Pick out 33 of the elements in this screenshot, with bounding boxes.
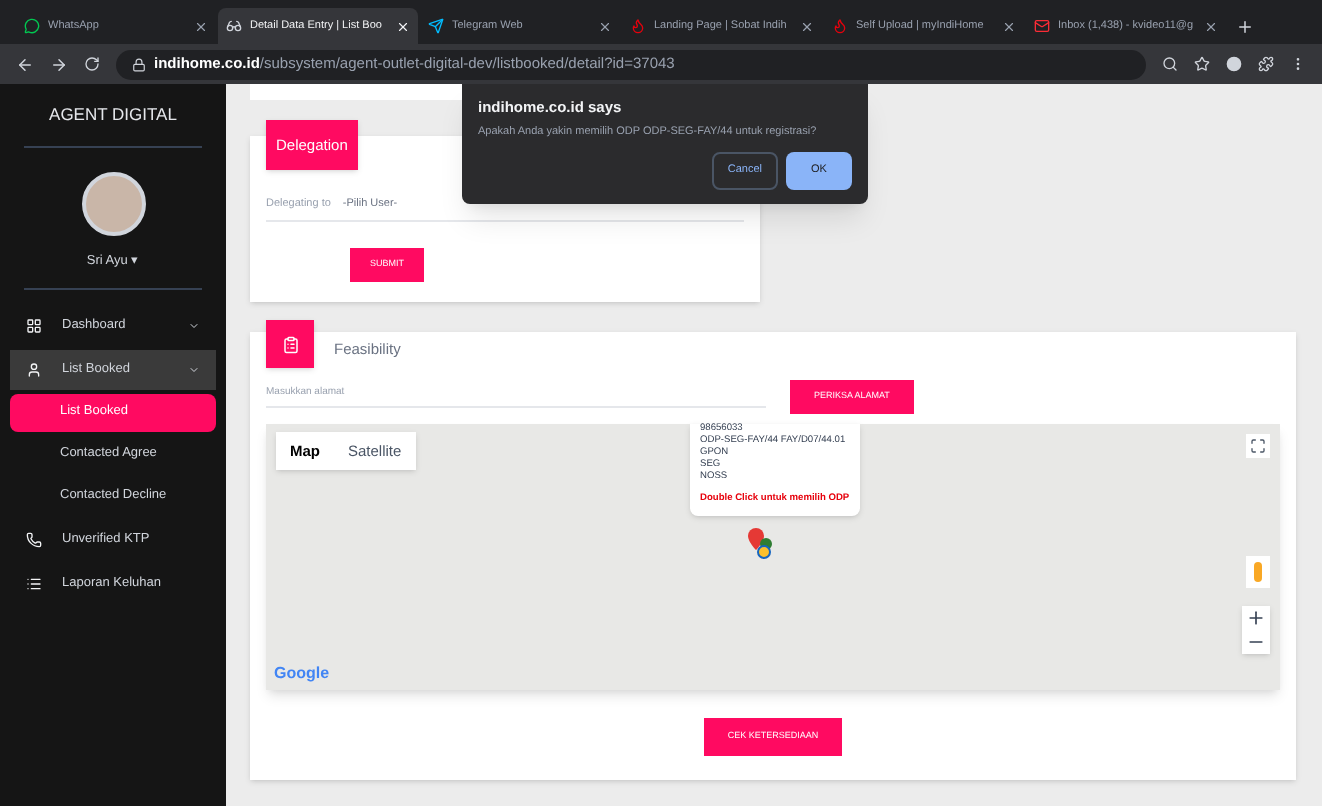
fullscreen-icon[interactable]: [1246, 434, 1270, 458]
close-icon[interactable]: [598, 19, 612, 33]
caret-icon: [188, 363, 200, 375]
close-icon[interactable]: [194, 19, 208, 33]
sidebar-title: AGENT DIGITAL: [24, 84, 202, 148]
zoom-in-icon[interactable]: [1246, 606, 1266, 630]
paper-plane-icon: [428, 18, 444, 34]
glasses-icon: [226, 18, 242, 34]
close-icon[interactable]: [1002, 19, 1016, 33]
close-icon[interactable]: [1204, 19, 1218, 33]
reload-icon[interactable]: [84, 56, 100, 72]
clipboard-icon: [281, 335, 299, 354]
search-icon[interactable]: [1162, 56, 1178, 72]
flame-icon: [832, 18, 848, 34]
envelope-icon: [1034, 18, 1050, 34]
map-pin-icon: [746, 528, 774, 560]
list-icon: [26, 575, 42, 591]
back-icon[interactable]: [16, 55, 34, 73]
map-logo: Google: [274, 662, 330, 686]
extension-icon[interactable]: [1226, 56, 1242, 72]
close-icon[interactable]: [800, 19, 814, 33]
caret-icon: [188, 319, 200, 331]
grid-icon: [26, 317, 42, 333]
person-icon: [26, 361, 42, 377]
flame-icon: [630, 18, 646, 34]
avatar: [81, 171, 145, 236]
new-tab-icon[interactable]: [1236, 18, 1254, 36]
star-icon[interactable]: [1194, 56, 1210, 72]
lock-icon: [132, 57, 146, 71]
chat-bubble-icon: [24, 18, 40, 34]
puzzle-icon[interactable]: [1258, 56, 1274, 72]
phone-icon: [26, 531, 42, 547]
forward-icon[interactable]: [50, 55, 68, 73]
